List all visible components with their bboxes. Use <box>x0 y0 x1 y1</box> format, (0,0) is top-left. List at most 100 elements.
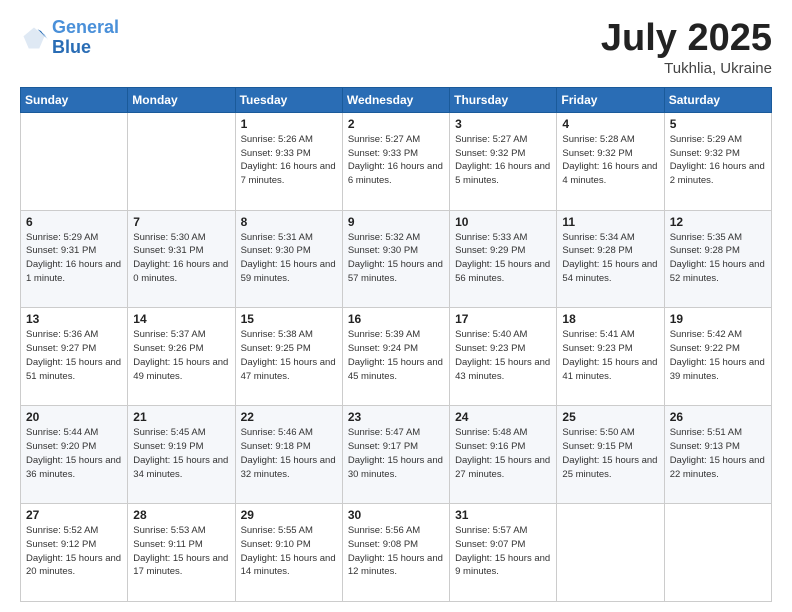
logo: General Blue <box>20 18 119 58</box>
calendar-cell: 6 Sunrise: 5:29 AMSunset: 9:31 PMDaylight… <box>21 210 128 308</box>
calendar-cell: 13 Sunrise: 5:36 AMSunset: 9:27 PMDayligh… <box>21 308 128 406</box>
calendar-cell <box>664 504 771 602</box>
day-number: 22 <box>241 410 337 424</box>
calendar-cell: 16Sunrise: 5:39 AMSunset: 9:24 PMDayligh… <box>342 308 449 406</box>
calendar-cell: 5Sunrise: 5:29 AMSunset: 9:32 PMDaylight… <box>664 112 771 210</box>
calendar-cell <box>128 112 235 210</box>
calendar-cell: 21 Sunrise: 5:45 AMSunset: 9:19 PMDayligh… <box>128 406 235 504</box>
calendar-cell: 20 Sunrise: 5:44 AMSunset: 9:20 PMDayligh… <box>21 406 128 504</box>
logo-icon <box>20 24 48 52</box>
day-info: Sunrise: 5:27 AMSunset: 9:32 PMDaylight:… <box>455 133 551 188</box>
day-number: 30 <box>348 508 444 522</box>
calendar-cell: 22 Sunrise: 5:46 AMSunset: 9:18 PMDayligh… <box>235 406 342 504</box>
day-number: 14 <box>133 312 229 326</box>
location-subtitle: Tukhlia, Ukraine <box>601 60 772 77</box>
weekday-header-wednesday: Wednesday <box>342 87 449 112</box>
day-info: Sunrise: 5:46 AMSunset: 9:18 PMDaylight:… <box>241 426 337 481</box>
day-info: Sunrise: 5:31 AMSunset: 9:30 PMDaylight:… <box>241 231 337 286</box>
month-title: July 2025 <box>601 18 772 60</box>
day-info: Sunrise: 5:33 AMSunset: 9:29 PMDaylight:… <box>455 231 551 286</box>
day-info: Sunrise: 5:27 AMSunset: 9:33 PMDaylight:… <box>348 133 444 188</box>
day-number: 12 <box>670 215 766 229</box>
calendar-cell: 12 Sunrise: 5:35 AMSunset: 9:28 PMDayligh… <box>664 210 771 308</box>
calendar-cell: 31Sunrise: 5:57 AMSunset: 9:07 PMDayligh… <box>450 504 557 602</box>
calendar-cell: 14 Sunrise: 5:37 AMSunset: 9:26 PMDayligh… <box>128 308 235 406</box>
calendar-cell: 18Sunrise: 5:41 AMSunset: 9:23 PMDayligh… <box>557 308 664 406</box>
day-number: 20 <box>26 410 122 424</box>
day-number: 29 <box>241 508 337 522</box>
calendar-cell: 25 Sunrise: 5:50 AMSunset: 9:15 PMDayligh… <box>557 406 664 504</box>
calendar-cell: 15 Sunrise: 5:38 AMSunset: 9:25 PMDayligh… <box>235 308 342 406</box>
day-info: Sunrise: 5:40 AMSunset: 9:23 PMDaylight:… <box>455 328 551 383</box>
weekday-header-thursday: Thursday <box>450 87 557 112</box>
day-info: Sunrise: 5:30 AMSunset: 9:31 PMDaylight:… <box>133 231 229 286</box>
day-number: 11 <box>562 215 658 229</box>
day-info: Sunrise: 5:36 AMSunset: 9:27 PMDaylight:… <box>26 328 122 383</box>
calendar-cell: 24 Sunrise: 5:48 AMSunset: 9:16 PMDayligh… <box>450 406 557 504</box>
day-number: 6 <box>26 215 122 229</box>
day-info: Sunrise: 5:50 AMSunset: 9:15 PMDaylight:… <box>562 426 658 481</box>
weekday-header-friday: Friday <box>557 87 664 112</box>
day-number: 25 <box>562 410 658 424</box>
day-info: Sunrise: 5:51 AMSunset: 9:13 PMDaylight:… <box>670 426 766 481</box>
day-number: 21 <box>133 410 229 424</box>
day-number: 3 <box>455 117 551 131</box>
header: General Blue July 2025 Tukhlia, Ukraine <box>20 18 772 77</box>
weekday-header-saturday: Saturday <box>664 87 771 112</box>
calendar-cell: 9Sunrise: 5:32 AMSunset: 9:30 PMDaylight… <box>342 210 449 308</box>
day-info: Sunrise: 5:32 AMSunset: 9:30 PMDaylight:… <box>348 231 444 286</box>
day-number: 13 <box>26 312 122 326</box>
weekday-header-tuesday: Tuesday <box>235 87 342 112</box>
calendar-week-1: 1Sunrise: 5:26 AMSunset: 9:33 PMDaylight… <box>21 112 772 210</box>
day-info: Sunrise: 5:37 AMSunset: 9:26 PMDaylight:… <box>133 328 229 383</box>
day-number: 17 <box>455 312 551 326</box>
day-info: Sunrise: 5:55 AMSunset: 9:10 PMDaylight:… <box>241 524 337 579</box>
day-info: Sunrise: 5:47 AMSunset: 9:17 PMDaylight:… <box>348 426 444 481</box>
calendar-cell: 10 Sunrise: 5:33 AMSunset: 9:29 PMDayligh… <box>450 210 557 308</box>
calendar-cell: 30 Sunrise: 5:56 AMSunset: 9:08 PMDayligh… <box>342 504 449 602</box>
day-info: Sunrise: 5:29 AMSunset: 9:31 PMDaylight:… <box>26 231 122 286</box>
day-info: Sunrise: 5:42 AMSunset: 9:22 PMDaylight:… <box>670 328 766 383</box>
calendar-cell: 1Sunrise: 5:26 AMSunset: 9:33 PMDaylight… <box>235 112 342 210</box>
day-info: Sunrise: 5:52 AMSunset: 9:12 PMDaylight:… <box>26 524 122 579</box>
day-info: Sunrise: 5:39 AMSunset: 9:24 PMDaylight:… <box>348 328 444 383</box>
day-number: 28 <box>133 508 229 522</box>
calendar-cell: 3 Sunrise: 5:27 AMSunset: 9:32 PMDaylight… <box>450 112 557 210</box>
day-info: Sunrise: 5:28 AMSunset: 9:32 PMDaylight:… <box>562 133 658 188</box>
calendar-cell: 29 Sunrise: 5:55 AMSunset: 9:10 PMDayligh… <box>235 504 342 602</box>
day-number: 10 <box>455 215 551 229</box>
day-info: Sunrise: 5:34 AMSunset: 9:28 PMDaylight:… <box>562 231 658 286</box>
day-number: 24 <box>455 410 551 424</box>
calendar-week-2: 6 Sunrise: 5:29 AMSunset: 9:31 PMDaylight… <box>21 210 772 308</box>
day-info: Sunrise: 5:56 AMSunset: 9:08 PMDaylight:… <box>348 524 444 579</box>
day-info: Sunrise: 5:38 AMSunset: 9:25 PMDaylight:… <box>241 328 337 383</box>
page: General Blue July 2025 Tukhlia, Ukraine … <box>0 0 792 612</box>
calendar-cell: 17 Sunrise: 5:40 AMSunset: 9:23 PMDayligh… <box>450 308 557 406</box>
logo-general: General <box>52 17 119 37</box>
calendar-week-3: 13 Sunrise: 5:36 AMSunset: 9:27 PMDayligh… <box>21 308 772 406</box>
title-block: July 2025 Tukhlia, Ukraine <box>601 18 772 77</box>
day-number: 8 <box>241 215 337 229</box>
calendar-cell: 4Sunrise: 5:28 AMSunset: 9:32 PMDaylight… <box>557 112 664 210</box>
calendar-cell <box>21 112 128 210</box>
calendar-week-4: 20 Sunrise: 5:44 AMSunset: 9:20 PMDayligh… <box>21 406 772 504</box>
day-number: 7 <box>133 215 229 229</box>
day-number: 31 <box>455 508 551 522</box>
logo-blue: Blue <box>52 38 119 58</box>
day-info: Sunrise: 5:41 AMSunset: 9:23 PMDaylight:… <box>562 328 658 383</box>
day-number: 15 <box>241 312 337 326</box>
calendar-cell: 27Sunrise: 5:52 AMSunset: 9:12 PMDayligh… <box>21 504 128 602</box>
day-info: Sunrise: 5:35 AMSunset: 9:28 PMDaylight:… <box>670 231 766 286</box>
day-number: 5 <box>670 117 766 131</box>
calendar-cell: 23Sunrise: 5:47 AMSunset: 9:17 PMDayligh… <box>342 406 449 504</box>
day-info: Sunrise: 5:45 AMSunset: 9:19 PMDaylight:… <box>133 426 229 481</box>
calendar-cell: 28 Sunrise: 5:53 AMSunset: 9:11 PMDayligh… <box>128 504 235 602</box>
day-number: 26 <box>670 410 766 424</box>
day-info: Sunrise: 5:44 AMSunset: 9:20 PMDaylight:… <box>26 426 122 481</box>
day-info: Sunrise: 5:48 AMSunset: 9:16 PMDaylight:… <box>455 426 551 481</box>
weekday-header-row: SundayMondayTuesdayWednesdayThursdayFrid… <box>21 87 772 112</box>
day-info: Sunrise: 5:53 AMSunset: 9:11 PMDaylight:… <box>133 524 229 579</box>
day-number: 1 <box>241 117 337 131</box>
calendar-cell: 8 Sunrise: 5:31 AMSunset: 9:30 PMDaylight… <box>235 210 342 308</box>
day-number: 19 <box>670 312 766 326</box>
